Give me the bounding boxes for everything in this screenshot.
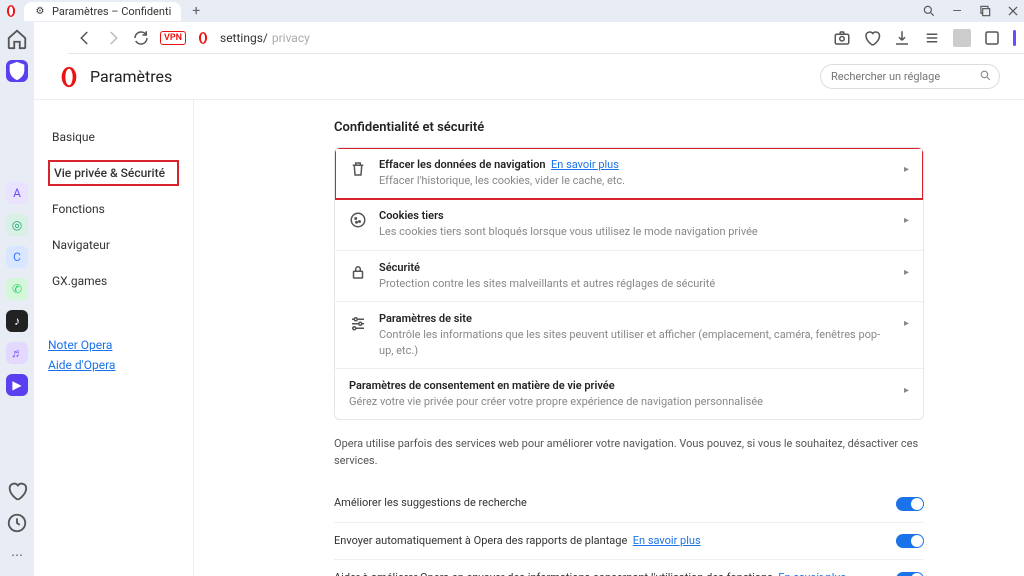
card-title: Effacer les données de navigation En sav… (379, 158, 892, 171)
minimize-button[interactable]: — (950, 4, 964, 18)
search-icon (979, 69, 992, 85)
sidebar-toggle[interactable] (1013, 30, 1016, 46)
vpn-badge[interactable]: VPN (160, 31, 186, 45)
profile-avatar[interactable] (953, 29, 971, 47)
privacy-card-list: Effacer les données de navigation En sav… (334, 147, 924, 420)
download-icon[interactable] (893, 29, 911, 47)
search-icon[interactable] (922, 4, 936, 18)
sidebar-item-browser[interactable]: Navigateur (48, 232, 179, 258)
toggle-label: Envoyer automatiquement à Opera des rapp… (334, 533, 884, 550)
app-chat-icon[interactable]: ◎ (6, 214, 28, 236)
card-subtitle: Les cookies tiers sont bloqués lorsque v… (379, 224, 892, 239)
card-site-settings[interactable]: Paramètres de site Contrôle les informat… (335, 302, 923, 369)
close-button[interactable] (1006, 4, 1020, 18)
app-rail: A ◎ C ✆ ♪ ♬ ▶ ⋯ (0, 22, 34, 576)
toggle-crash-reports: Envoyer automatiquement à Opera des rapp… (334, 523, 924, 561)
snapshot-icon[interactable] (833, 29, 851, 47)
tiktok-icon[interactable]: ♪ (6, 310, 28, 332)
services-intro-text: Opera utilise parfois des services web p… (334, 436, 924, 469)
card-title: Paramètres de site (379, 312, 892, 325)
sidebar-item-basic[interactable]: Basique (48, 124, 179, 150)
browser-toolbar: VPN settings/privacy (68, 22, 1024, 54)
tab-title: Paramètres – Confidenti (52, 5, 171, 18)
sidebar-item-gxgames[interactable]: GX.games (48, 268, 179, 294)
opera-logo-icon (4, 4, 18, 18)
chevron-right-icon: ▸ (904, 158, 909, 175)
card-subtitle: Gérez votre vie privée pour créer votre … (349, 394, 892, 409)
toggle-search-suggestions: Améliorer les suggestions de recherche (334, 485, 924, 523)
heart-toolbar-icon[interactable] (863, 29, 881, 47)
card-consent[interactable]: Paramètres de consentement en matière de… (335, 369, 923, 419)
card-title: Paramètres de consentement en matière de… (349, 379, 892, 392)
history-icon[interactable] (6, 512, 28, 534)
settings-header: Paramètres (34, 54, 1024, 100)
browser-tab[interactable]: ⚙ Paramètres – Confidenti (24, 2, 181, 21)
heart-icon[interactable] (6, 480, 28, 502)
settings-sidebar: Basique Vie privée & Sécurité Fonctions … (34, 100, 194, 576)
lock-icon (349, 261, 367, 281)
address-bar[interactable]: settings/privacy (220, 31, 310, 45)
opera-url-icon (196, 31, 210, 45)
easy-setup-icon[interactable] (923, 29, 941, 47)
extensions-icon[interactable] (983, 29, 1001, 47)
opera-logo-icon (58, 66, 80, 88)
card-title: Sécurité (379, 261, 892, 274)
card-subtitle: Effacer l'historique, les cookies, vider… (379, 173, 892, 188)
chevron-right-icon: ▸ (904, 312, 909, 329)
sliders-icon (349, 312, 367, 332)
toggle-label: Améliorer les suggestions de recherche (334, 495, 884, 512)
app-c-icon[interactable]: C (6, 246, 28, 268)
app-aria-icon[interactable]: A (6, 182, 28, 204)
sidebar-item-privacy[interactable]: Vie privée & Sécurité (48, 160, 179, 186)
page-title: Paramètres (90, 67, 172, 86)
learn-more-link[interactable]: En savoir plus (551, 158, 619, 171)
chevron-right-icon: ▸ (904, 379, 909, 396)
cookie-icon (349, 209, 367, 229)
card-cookies[interactable]: Cookies tiers Les cookies tiers sont blo… (335, 199, 923, 250)
rate-opera-link[interactable]: Noter Opera (48, 338, 179, 352)
back-button[interactable] (76, 29, 94, 47)
new-tab-button[interactable]: + (187, 2, 205, 20)
toggle-switch[interactable] (896, 572, 924, 576)
player-icon[interactable]: ▶ (6, 374, 28, 396)
card-clear-data[interactable]: Effacer les données de navigation En sav… (335, 148, 923, 199)
opera-help-link[interactable]: Aide d'Opera (48, 358, 179, 372)
search-input[interactable] (820, 64, 1000, 89)
settings-body: Confidentialité et sécurité Effacer les … (194, 100, 1024, 576)
toggle-switch[interactable] (896, 534, 924, 548)
chevron-right-icon: ▸ (904, 261, 909, 278)
settings-search[interactable] (820, 64, 1000, 89)
shield-icon[interactable] (6, 60, 28, 82)
card-subtitle: Protection contre les sites malveillants… (379, 276, 892, 291)
toggle-switch[interactable] (896, 497, 924, 511)
home-icon[interactable] (6, 28, 28, 50)
chevron-right-icon: ▸ (904, 209, 909, 226)
card-security[interactable]: Sécurité Protection contre les sites mal… (335, 251, 923, 302)
learn-more-link[interactable]: En savoir plus (778, 571, 846, 576)
reload-button[interactable] (132, 29, 150, 47)
card-title: Cookies tiers (379, 209, 892, 222)
gear-icon: ⚙ (34, 5, 46, 17)
section-title: Confidentialité et sécurité (334, 120, 924, 135)
learn-more-link[interactable]: En savoir plus (633, 534, 701, 547)
more-icon[interactable]: ⋯ (6, 544, 28, 566)
card-subtitle: Contrôle les informations que les sites … (379, 327, 892, 358)
window-titlebar: ⚙ Paramètres – Confidenti + — (0, 0, 1024, 22)
app-d-icon[interactable]: ♬ (6, 342, 28, 364)
trash-icon (349, 158, 367, 178)
forward-button[interactable] (104, 29, 122, 47)
whatsapp-icon[interactable]: ✆ (6, 278, 28, 300)
toggle-label: Aider à améliorer Opera en envoyer des i… (334, 570, 884, 576)
maximize-button[interactable] (978, 4, 992, 18)
sidebar-item-features[interactable]: Fonctions (48, 196, 179, 222)
toggle-usage-info: Aider à améliorer Opera en envoyer des i… (334, 560, 924, 576)
